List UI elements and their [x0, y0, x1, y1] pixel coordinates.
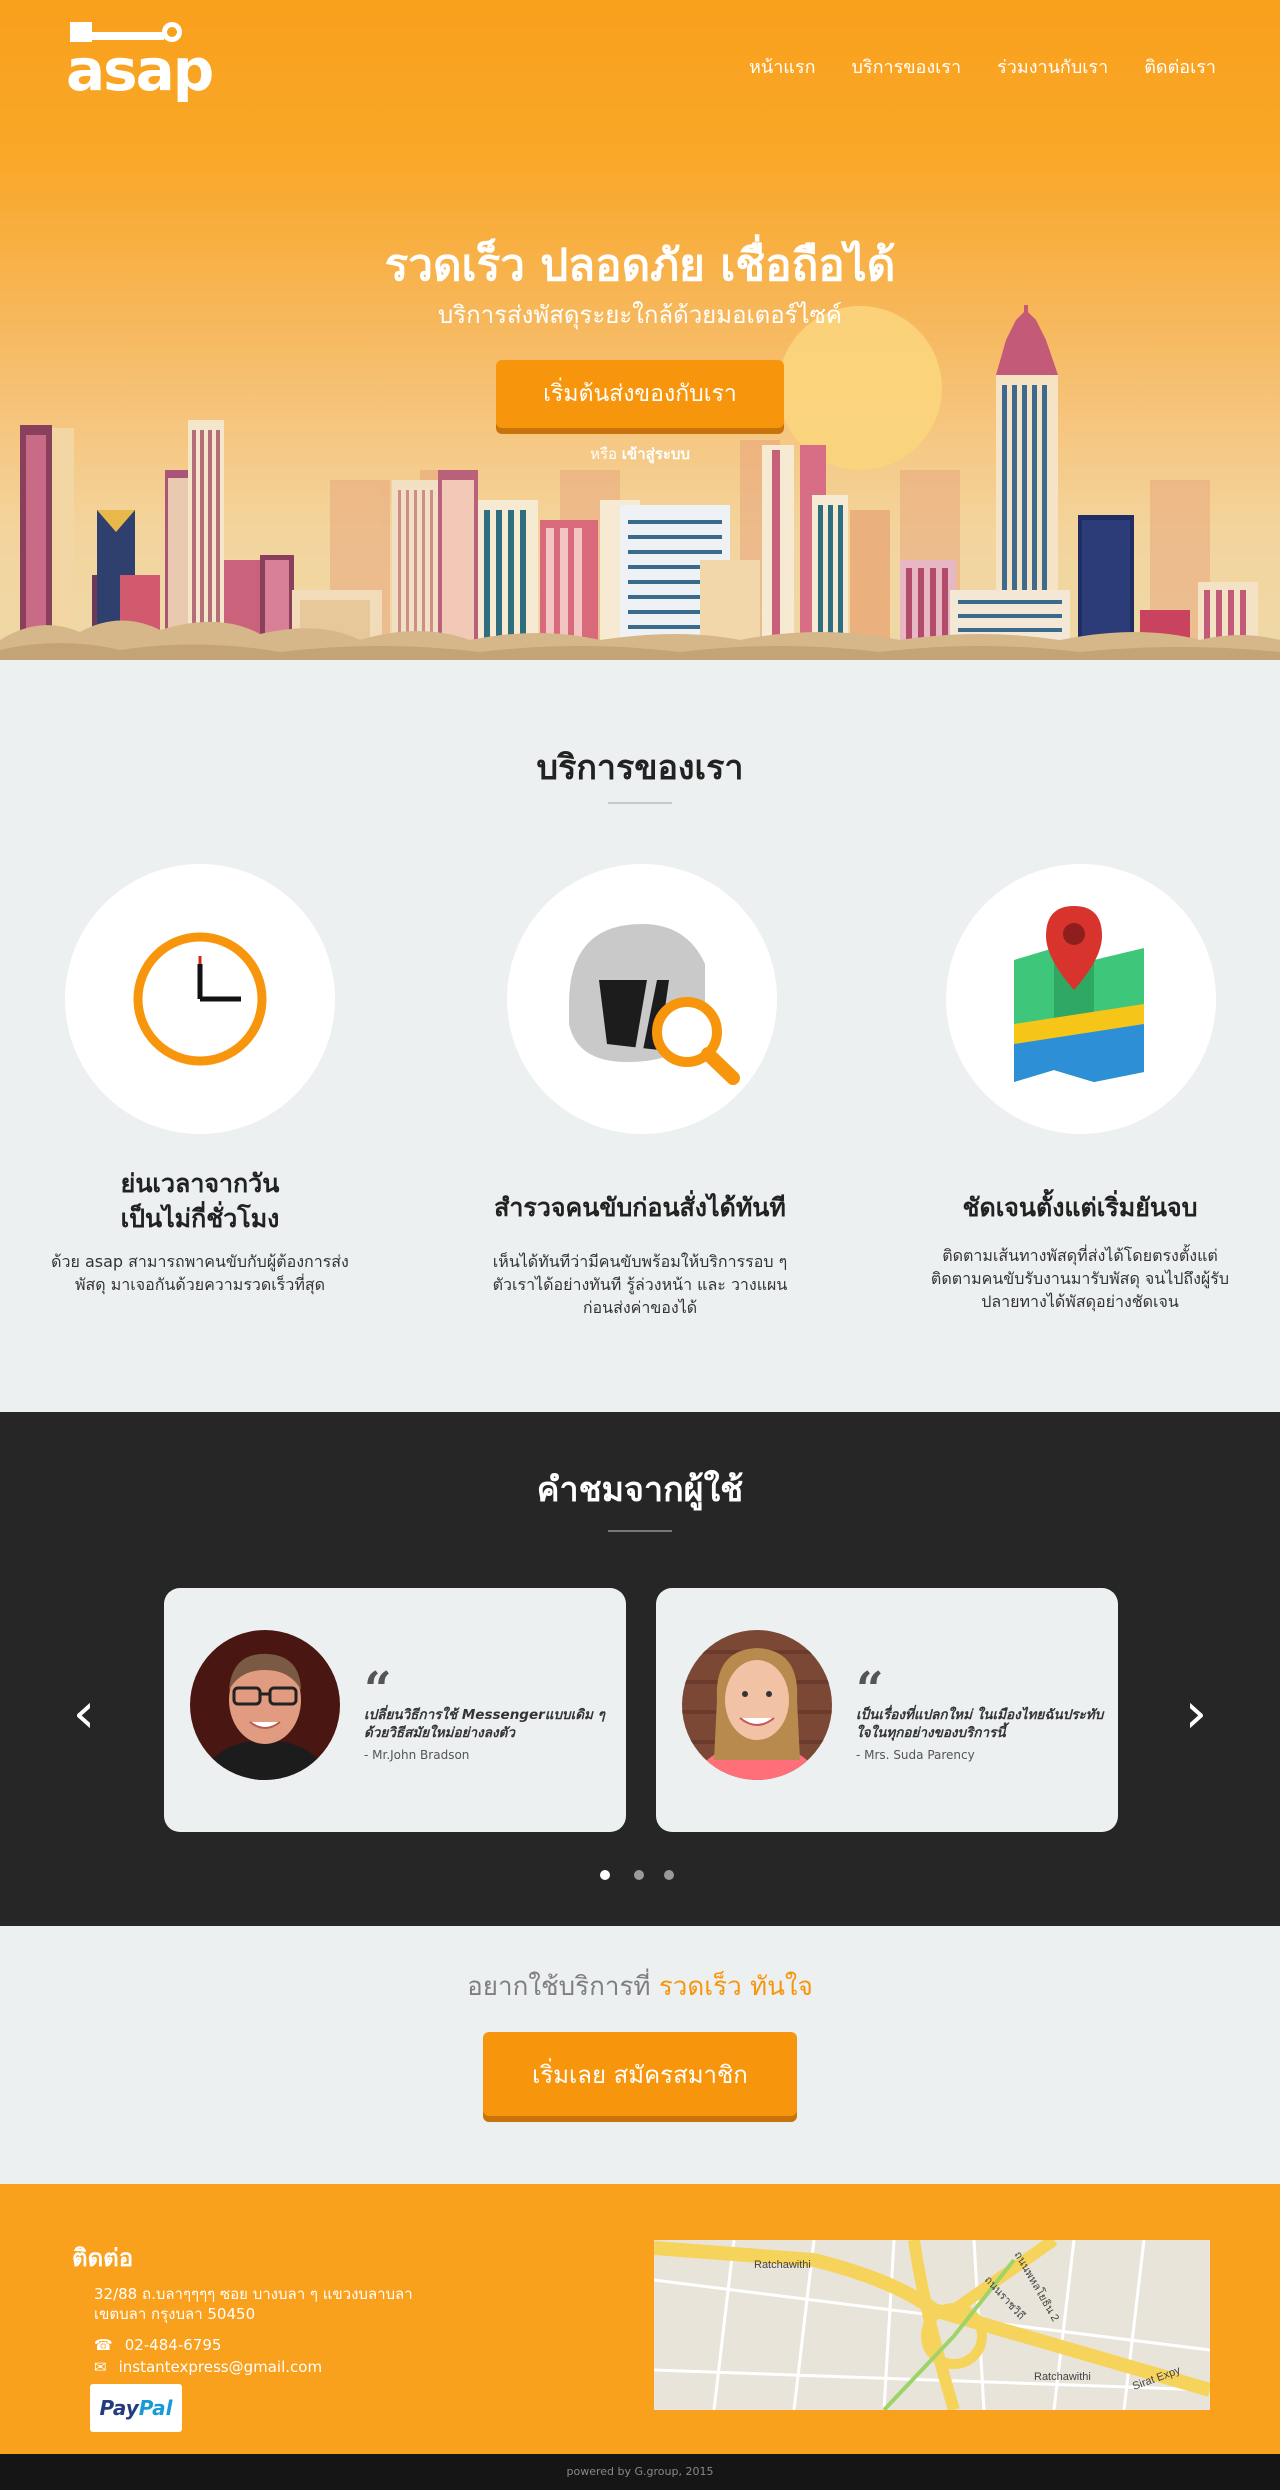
carousel-dot-3[interactable] [664, 1870, 674, 1880]
hero-subtitle: บริการส่งพัสดุระยะใกล้ด้วยมอเตอร์ไซค์ [437, 301, 842, 329]
nav-services[interactable]: บริการของเรา [851, 52, 961, 81]
services-title: บริการของเรา [536, 748, 744, 788]
services-section: บริการของเรา ย่นเวลาจากวัน เป็นไม่กี่ชั่… [0, 660, 1280, 1412]
avatar [682, 1630, 832, 1780]
carousel-dot-1[interactable] [600, 1870, 610, 1880]
hero-section: asap หน้าแรก บริการของเรา ร่วมงานกับเรา … [0, 0, 1280, 660]
testimonial-quote: เปลี่ยนวิธีการใช้ Messengerแบบเดิม ๆ ด้ว… [364, 1707, 605, 1741]
nav-careers[interactable]: ร่วมงานกับเรา [997, 52, 1108, 81]
nav-contact[interactable]: ติดต่อเรา [1144, 52, 1216, 81]
service-description: ติดตามเส้นทางพัสดุที่ส่งได้โดยตรงตั้งแต่… [930, 1246, 1230, 1311]
contact-phone[interactable]: 02-484-6795 [125, 2336, 222, 2354]
start-shipping-button[interactable]: เริ่มต้นส่งของกับเรา [496, 360, 784, 428]
title-divider [608, 802, 672, 804]
service-description: เห็นได้ทันทีว่ามีคนขับพร้อมให้บริการรอบ … [492, 1252, 788, 1317]
testimonials-section: คำชมจากผู้ใช้ ‹ › “ เปลี่ยนวิธีการใช้ Me… [0, 1412, 1280, 1926]
logo-text: asap [66, 36, 214, 104]
map-pin-icon [1014, 906, 1144, 1082]
contact-footer: ติดต่อ 32/88 ถ.บลาๆๆๆๆ ซอย บางบลา ๆ แขวง… [0, 2184, 1280, 2454]
service-heading: ย่นเวลาจากวัน เป็นไม่กี่ชั่วโมง [120, 1169, 280, 1233]
copyright-bar: powered by G.group, 2015 [0, 2454, 1280, 2490]
hero-login-line: หรือ เข้าสู่ระบบ [0, 442, 1280, 466]
top-navbar: asap หน้าแรก บริการของเรา ร่วมงานกับเรา … [0, 0, 1280, 120]
service-icon-circle [946, 864, 1216, 1134]
testimonial-card: “ เป็นเรื่องที่แปลกใหม่ ในเมืองไทยฉันประ… [656, 1588, 1118, 1832]
map-label-road: Ratchawithi [754, 2259, 811, 2271]
map-label-road: Ratchawithi [1034, 2371, 1091, 2383]
cta-text: อยากใช้บริการที่ รวดเร็ว ทันใจ [467, 1972, 813, 2002]
service-heading: สำรวจคนขับก่อนสั่งได้ทันที [494, 1193, 786, 1222]
helmet-search-icon [569, 924, 740, 1085]
map-illustration: Ratchawithi ถนนราชวิถี Sirat Expy Ratcha… [654, 2240, 1210, 2410]
avatar [190, 1630, 340, 1780]
location-map[interactable]: Ratchawithi ถนนราชวิถี Sirat Expy Ratcha… [654, 2240, 1210, 2410]
testimonial-author: - Mr.John Bradson [364, 1748, 470, 1762]
login-link[interactable]: เข้าสู่ระบบ [622, 445, 690, 463]
paypal-logo: Pay Pal [90, 2384, 182, 2432]
carousel-next-button[interactable]: › [1176, 1684, 1216, 1744]
contact-phone-row: ☎ 02-484-6795 [94, 2336, 221, 2354]
contact-email-row: ✉ instantexpress@gmail.com [94, 2358, 322, 2376]
nav-home[interactable]: หน้าแรก [749, 52, 815, 81]
carousel-prev-button[interactable]: ‹ [64, 1684, 104, 1744]
hero-title: รวดเร็ว ปลอดภัย เชื่อถือได้ [384, 240, 896, 291]
contact-heading: ติดต่อ [72, 2244, 134, 2272]
main-nav: หน้าแรก บริการของเรา ร่วมงานกับเรา ติดต่… [749, 52, 1216, 81]
service-icon-circle [65, 864, 335, 1134]
or-text: หรือ [590, 445, 618, 463]
quote-icon: “ [856, 1662, 884, 1718]
service-heading: ชัดเจนตั้งแต่เริ่มยันจบ [962, 1193, 1198, 1222]
contact-email[interactable]: instantexpress@gmail.com [119, 2358, 322, 2376]
phone-icon: ☎ [94, 2336, 113, 2354]
clock-icon [133, 932, 267, 1066]
quote-icon: “ [364, 1662, 392, 1718]
contact-address: 32/88 ถ.บลาๆๆๆๆ ซอย บางบลา ๆ แขวงบลาบลา … [94, 2285, 413, 2323]
signup-button[interactable]: เริ่มเลย สมัครสมาชิก [483, 2032, 797, 2116]
testimonial-quote: เป็นเรื่องที่แปลกใหม่ ในเมืองไทยฉันประทั… [856, 1707, 1104, 1741]
title-divider [608, 1530, 672, 1532]
testimonials-title: คำชมจากผู้ใช้ [536, 1470, 744, 1510]
testimonial-card: “ เปลี่ยนวิธีการใช้ Messengerแบบเดิม ๆ ด… [164, 1588, 626, 1832]
envelope-icon: ✉ [94, 2358, 107, 2376]
carousel-dot-2[interactable] [634, 1870, 644, 1880]
asap-logo[interactable]: asap [66, 20, 214, 104]
service-description: ด้วย asap สามารถพาคนขับกับผู้ต้องการส่งพ… [51, 1252, 349, 1294]
signup-cta-section: อยากใช้บริการที่ รวดเร็ว ทันใจ เริ่มเลย … [0, 1926, 1280, 2184]
testimonial-author: - Mrs. Suda Parency [856, 1748, 975, 1762]
service-icon-circle [507, 864, 777, 1134]
